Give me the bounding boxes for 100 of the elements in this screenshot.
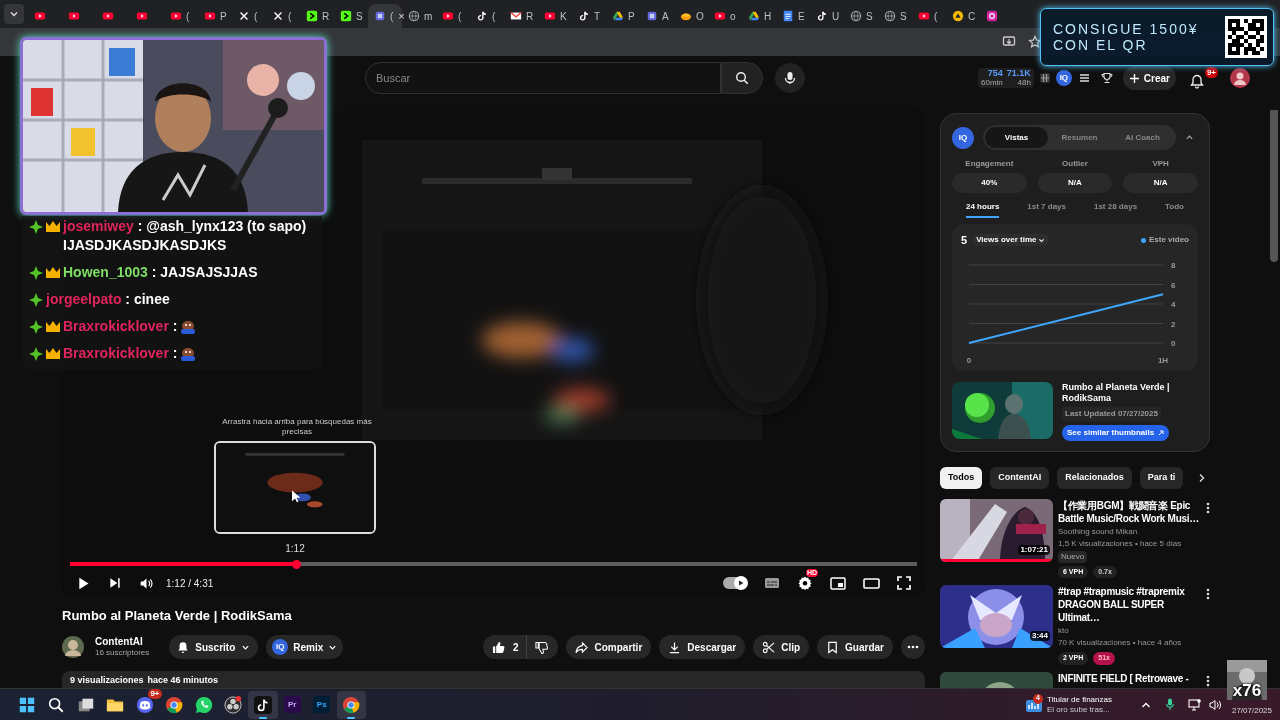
browser-tab[interactable]: H — [742, 4, 776, 28]
speaker-icon[interactable] — [1208, 698, 1222, 711]
video-title[interactable]: 【作業用BGM】戦闘音楽 Epic Battle Music/Rock Work Musi… — [1058, 498, 1204, 525]
action-button[interactable]: Guardar — [817, 635, 893, 659]
action-button[interactable]: Descargar — [659, 635, 746, 659]
view-tab[interactable]: AI Coach — [1111, 127, 1174, 148]
view-count-total: 5 — [961, 233, 968, 248]
more-options-icon[interactable] — [1206, 501, 1210, 514]
channel-name[interactable]: Soothing sound Mikan — [1058, 525, 1138, 538]
microphone-icon — [784, 71, 796, 85]
tray-chevron-icon[interactable] — [1140, 700, 1151, 709]
channel-name[interactable]: kto — [1058, 625, 1069, 637]
more-options-icon[interactable] — [1206, 588, 1210, 600]
browser-tab[interactable]: R — [300, 4, 334, 28]
tab-title: ( — [492, 9, 496, 24]
scrollbar[interactable] — [1270, 110, 1278, 262]
taskbar-app[interactable]: Ps — [307, 690, 337, 719]
action-button[interactable]: Clip — [753, 635, 810, 659]
voice-search-button[interactable] — [775, 63, 805, 93]
subscribed-button[interactable]: Suscrito — [169, 635, 259, 659]
tab-title: E — [798, 9, 805, 24]
channel-avatar[interactable] — [62, 636, 84, 658]
menu-icon[interactable] — [1078, 73, 1090, 83]
trophy-icon[interactable] — [1100, 72, 1113, 84]
search-field[interactable]: Buscar — [365, 62, 721, 94]
create-button[interactable]: Crear — [1122, 66, 1176, 90]
tab-title: m — [424, 9, 433, 24]
browser-tab[interactable]: S — [844, 4, 878, 28]
browser-tab[interactable]: U — [810, 4, 844, 28]
chart-type-dropdown[interactable]: Views over time — [973, 234, 1049, 247]
taskbar-app[interactable]: Pr — [277, 690, 307, 719]
browser-tab[interactable]: K — [538, 4, 572, 28]
taskbar-app[interactable] — [248, 690, 278, 719]
tab-title: ( — [934, 9, 938, 24]
video-title[interactable]: #trap #trapmusic #trapremix DRAGON BALL SUPER Ultimat… — [1058, 585, 1204, 624]
browser-tab[interactable]: ( — [470, 4, 504, 28]
metric-label: Engagement — [965, 158, 1014, 170]
action-button[interactable]: Compartir — [566, 635, 652, 659]
browser-tab[interactable]: O — [674, 4, 708, 28]
thumbs-up-icon — [491, 640, 505, 654]
collapse-button[interactable] — [1185, 133, 1194, 142]
browser-tab[interactable]: ( — [164, 4, 198, 28]
view-tab[interactable]: Vistas — [985, 127, 1048, 148]
range-tab[interactable]: 1st 7 days — [1027, 201, 1066, 218]
range-tab[interactable]: 1st 28 days — [1093, 201, 1138, 218]
browser-tab[interactable]: o — [708, 4, 742, 28]
grid-icon[interactable] — [1039, 73, 1050, 83]
similar-thumbnails-button[interactable]: See similar thumbnails — [1062, 424, 1170, 441]
tab-list-button[interactable] — [4, 4, 24, 24]
search-button[interactable] — [721, 62, 763, 94]
browser-tab[interactable]: R — [504, 4, 538, 28]
globe-icon — [884, 10, 896, 22]
install-app-icon[interactable] — [1002, 35, 1016, 49]
browser-tab[interactable]: P — [198, 4, 232, 28]
next-chips-button[interactable] — [1197, 472, 1207, 483]
browser-tab[interactable]: C — [946, 4, 980, 28]
filter-chip[interactable]: ContentAI — [990, 466, 1050, 489]
browser-tab[interactable]: ( — [912, 4, 946, 28]
remix-button[interactable]: IQ Remix — [266, 635, 344, 659]
more-actions-button[interactable] — [901, 635, 925, 659]
browser-tab[interactable]: S — [878, 4, 912, 28]
range-tab[interactable]: 24 hours — [966, 201, 1000, 218]
filter-chip[interactable]: Todos — [940, 466, 983, 489]
browser-tab[interactable]: A — [640, 4, 674, 28]
more-options-icon[interactable] — [1206, 674, 1210, 687]
avatar[interactable] — [1230, 68, 1250, 88]
browser-tab[interactable]: ( — [232, 4, 266, 28]
video-title[interactable]: INFINITE FIELD [ Retrowave - — [1058, 671, 1189, 685]
range-tab[interactable]: Todo — [1165, 201, 1184, 218]
tab-title: C — [968, 9, 976, 24]
video-title[interactable]: Rumbo al Planeta Verde | RodikSama — [1062, 381, 1198, 404]
browser-tab[interactable]: S — [334, 4, 368, 28]
browser-tab[interactable]: P — [606, 4, 640, 28]
browser-tab[interactable]: ( × — [368, 4, 402, 28]
view-tab[interactable]: Resumen — [1048, 127, 1111, 148]
close-tab-button[interactable]: × — [398, 7, 405, 25]
axis-tick-label: 0 — [1171, 338, 1176, 348]
browser-tab[interactable]: E — [776, 4, 810, 28]
taskbar-app[interactable]: 9+ — [130, 690, 160, 719]
tab-title: S — [356, 9, 363, 24]
iq-logo-button[interactable]: IQ — [1055, 70, 1072, 86]
dislike-button[interactable] — [527, 635, 559, 659]
plus-icon — [1128, 72, 1140, 84]
channel-name[interactable]: ContentAI — [95, 635, 150, 649]
bookmark-star-icon[interactable] — [1028, 35, 1042, 49]
tab-title: P — [628, 9, 635, 24]
system-date[interactable]: 27/07/2025 — [1231, 704, 1272, 717]
filter-chip[interactable]: Relacionados — [1057, 466, 1132, 489]
filter-chip[interactable]: Para ti — [1139, 466, 1184, 489]
microphone-icon[interactable] — [1165, 698, 1174, 711]
browser-icon — [165, 695, 184, 714]
network-icon[interactable] — [1187, 698, 1201, 711]
chevron-down-icon — [1038, 236, 1046, 244]
news-title[interactable]: Titular de finanzas — [1046, 694, 1112, 705]
browser-tab[interactable]: ( — [266, 4, 300, 28]
like-button[interactable]: 2 — [482, 635, 528, 659]
browser-tab[interactable]: ( — [436, 4, 470, 28]
browser-tab[interactable]: T — [572, 4, 606, 28]
notifications-button[interactable]: 9+ — [1190, 67, 1218, 89]
taskbar-app[interactable] — [336, 690, 366, 719]
